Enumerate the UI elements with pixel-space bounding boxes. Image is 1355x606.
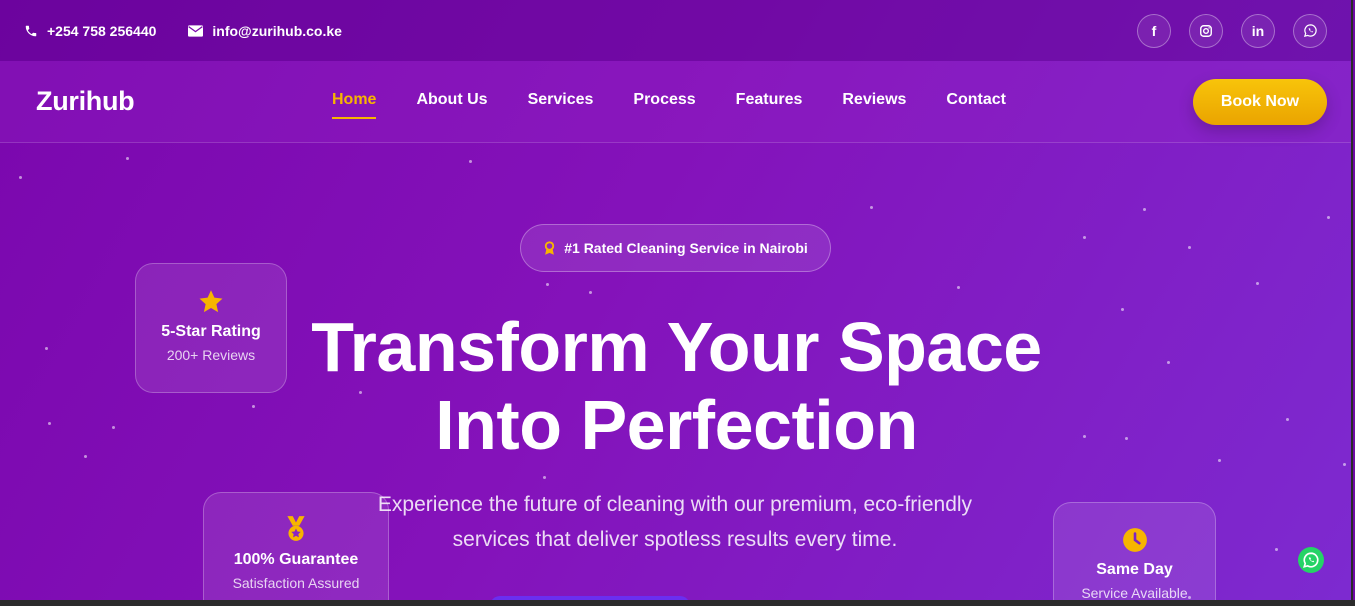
rating-badge: #1 Rated Cleaning Service in Nairobi <box>520 224 831 272</box>
nav-item-about-us[interactable]: About Us <box>416 91 487 109</box>
book-now-button[interactable]: Book Now <box>1193 79 1327 125</box>
same-day-card: Same Day Service Available <box>1053 502 1216 600</box>
nav-item-services[interactable]: Services <box>528 91 594 109</box>
phone-icon <box>25 25 37 36</box>
rating-card-title: 5-Star Rating <box>161 323 261 340</box>
top-bar: +254 758 256440 info@zurihub.co.ke f in <box>0 0 1351 61</box>
guarantee-card-title: 100% Guarantee <box>233 551 359 568</box>
phone-number: +254 758 256440 <box>47 22 157 39</box>
whatsapp-icon <box>1303 24 1317 38</box>
whatsapp-float-button[interactable] <box>1298 547 1324 573</box>
facebook-icon: f <box>1151 22 1157 39</box>
same-day-card-sub: Service Available <box>1081 585 1188 600</box>
medal-icon <box>287 516 305 541</box>
clock-icon <box>1122 528 1147 552</box>
facebook-link[interactable]: f <box>1137 13 1171 48</box>
instagram-icon <box>1200 24 1212 37</box>
window-bottom-edge <box>0 600 1355 606</box>
page: +254 758 256440 info@zurihub.co.ke f in … <box>0 0 1353 600</box>
envelope-icon <box>188 24 204 37</box>
nav-item-contact[interactable]: Contact <box>946 91 1006 109</box>
linkedin-link[interactable]: in <box>1241 13 1275 48</box>
nav-item-home[interactable]: Home <box>332 91 377 119</box>
main-nav: Zurihub Home About Us Services Process F… <box>0 61 1351 143</box>
instagram-link[interactable] <box>1189 13 1223 48</box>
email-contact[interactable]: info@zurihub.co.ke <box>188 23 342 39</box>
linkedin-icon: in <box>1251 22 1265 39</box>
rating-card: 5-Star Rating 200+ Reviews <box>135 263 287 393</box>
rating-badge-text: #1 Rated Cleaning Service in Nairobi <box>564 240 808 256</box>
guarantee-card: 100% Guarantee Satisfaction Assured <box>203 492 389 600</box>
hero-title-line-2: Into Perfection <box>435 386 918 464</box>
whatsapp-link[interactable] <box>1293 13 1327 48</box>
nav-menu: Home About Us Services Process Features … <box>332 91 1006 119</box>
social-links: f in <box>1137 13 1327 48</box>
site-logo[interactable]: Zurihub <box>36 86 135 117</box>
rating-card-sub: 200+ Reviews <box>166 347 256 363</box>
star-icon <box>199 290 223 313</box>
nav-item-features[interactable]: Features <box>736 91 803 109</box>
nav-item-reviews[interactable]: Reviews <box>842 91 906 109</box>
phone-contact[interactable]: +254 758 256440 <box>24 23 156 39</box>
email-address: info@zurihub.co.ke <box>212 22 342 39</box>
nav-item-process[interactable]: Process <box>633 91 695 109</box>
same-day-card-title: Same Day <box>1096 561 1173 578</box>
whatsapp-icon <box>1303 552 1319 568</box>
guarantee-card-sub: Satisfaction Assured <box>232 575 360 591</box>
award-icon <box>545 240 555 255</box>
hero-subtitle: Experience the future of cleaning with o… <box>377 493 973 551</box>
